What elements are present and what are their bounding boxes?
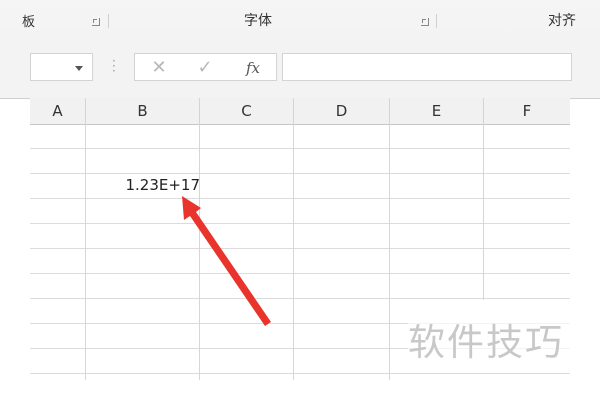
drag-handle-icon[interactable]: · · · [112,55,116,77]
column-gridline [389,124,390,380]
table-row [30,124,570,149]
ribbon-group-label-alignment: 对齐 [548,13,576,29]
table-row [30,199,570,224]
column-gridline [293,124,294,380]
table-row [30,224,570,249]
group-divider [108,14,109,28]
ribbon-group-label-font: 字体 [244,13,272,29]
check-icon[interactable]: ✓ [193,56,217,80]
table-row [30,274,570,299]
column-gridline [199,124,200,380]
formula-buttons: ✕ ✓ fx [134,53,277,81]
column-header-f[interactable]: F [484,98,570,124]
watermark: 软件技巧 [408,318,598,368]
column-gridline [483,124,484,300]
dialog-launcher-icon[interactable] [421,18,429,26]
ribbon-group-bar: 板 字体 对齐 [0,0,600,39]
column-header-b[interactable]: B [86,98,200,124]
table-row [30,249,570,274]
close-icon[interactable]: ✕ [147,56,171,80]
column-header-e[interactable]: E [390,98,484,124]
formula-input[interactable] [282,53,572,81]
dialog-launcher-icon[interactable] [92,18,100,26]
column-header-c[interactable]: C [200,98,294,124]
column-gridline [85,124,86,380]
column-header-a[interactable]: A [30,98,86,124]
chevron-down-icon[interactable] [75,66,83,71]
ribbon-group-label-clipboard: 板 [22,15,36,30]
group-divider [436,14,437,28]
name-box[interactable] [30,53,93,81]
column-headers: A B C D E F [30,98,570,125]
column-header-d[interactable]: D [294,98,390,124]
formula-bar: · · · ✕ ✓ fx [0,38,600,99]
cell-b2[interactable]: 1.23E+17 [86,174,200,197]
table-row [30,149,570,174]
insert-function-button[interactable]: fx [241,56,265,80]
